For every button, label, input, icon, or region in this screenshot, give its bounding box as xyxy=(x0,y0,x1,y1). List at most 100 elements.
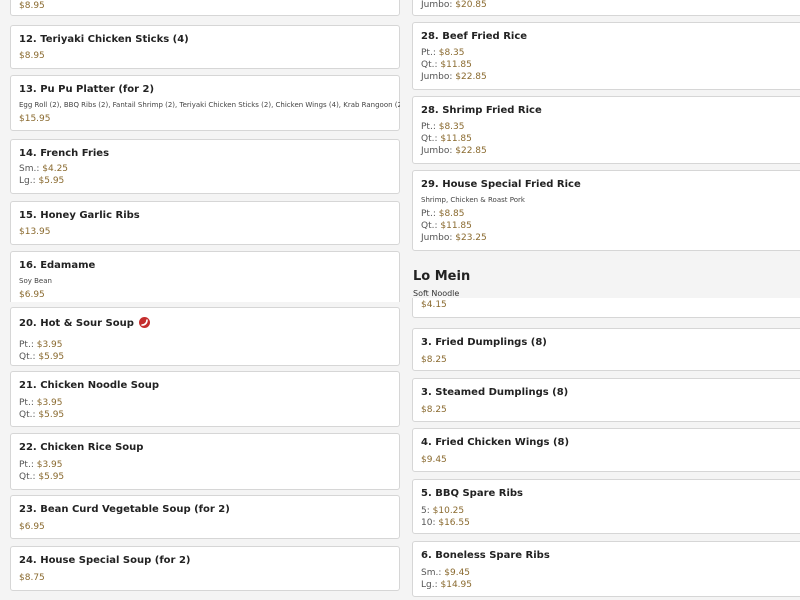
price-line: Qt.: $11.85 xyxy=(421,221,472,231)
item-price: $8.95 xyxy=(19,51,45,61)
size-label: 10: xyxy=(421,518,436,528)
menu-item-card-partial[interactable]: $8.95 xyxy=(10,0,400,16)
size-price: $23.25 xyxy=(455,233,487,243)
item-title: 22. Chicken Rice Soup xyxy=(19,442,144,453)
menu-item-card[interactable]: 12. Teriyaki Chicken Sticks (4) $8.95 xyxy=(10,25,400,69)
menu-item-card[interactable]: 20. Hot & Sour Soup Pt.: $3.95 Qt.: $5.9… xyxy=(10,307,400,366)
size-label: 5: xyxy=(421,506,430,516)
price-line: Lg.: $5.95 xyxy=(19,176,64,186)
item-price: $6.95 xyxy=(19,522,45,532)
menu-item-card[interactable]: 15. Honey Garlic Ribs $13.95 xyxy=(10,201,400,245)
price-line: Qt.: $5.95 xyxy=(19,410,64,420)
size-price: $5.95 xyxy=(38,410,65,420)
menu-item-card[interactable]: 13. Pu Pu Platter (for 2) Egg Roll (2), … xyxy=(10,75,400,131)
size-label: Pt.: xyxy=(421,48,436,58)
price-line: Sm.: $4.25 xyxy=(19,164,68,174)
size-price: $10.25 xyxy=(432,506,465,516)
size-label: Pt.: xyxy=(421,122,436,132)
size-price: $3.95 xyxy=(36,340,63,350)
item-price: $8.25 xyxy=(421,405,447,415)
size-price: $11.85 xyxy=(440,60,472,70)
menu-item-card[interactable]: 24. House Special Soup (for 2) $8.75 xyxy=(10,546,400,591)
size-price: $8.85 xyxy=(438,209,465,219)
price-line: Jumbo: $22.85 xyxy=(421,72,487,82)
size-label: Qt.: xyxy=(421,60,438,70)
size-label: Pt.: xyxy=(19,398,34,408)
item-description: Soy Bean xyxy=(19,277,52,285)
size-label: Pt.: xyxy=(421,209,436,219)
menu-item-card[interactable]: 6. Boneless Spare Ribs Sm.: $9.45 Lg.: $… xyxy=(412,541,800,597)
size-price: $16.55 xyxy=(438,518,470,528)
price-line: Pt.: $8.35 xyxy=(421,48,465,58)
size-label: Jumbo: xyxy=(421,0,453,10)
size-label: Pt.: xyxy=(19,460,34,470)
size-label: Lg.: xyxy=(421,580,438,590)
size-price: $3.95 xyxy=(36,398,63,408)
chili-pepper-icon xyxy=(138,317,150,328)
size-price: $9.45 xyxy=(444,568,471,578)
item-title: 3. Steamed Dumplings (8) xyxy=(421,387,569,398)
menu-item-card[interactable]: 3. Steamed Dumplings (8) $8.25 xyxy=(412,378,800,422)
price-line: Pt.: $8.85 xyxy=(421,209,465,219)
item-description: Egg Roll (2), BBQ Ribs (2), Fantail Shri… xyxy=(19,101,400,109)
size-price: $8.35 xyxy=(438,48,465,58)
left-bottom-panel: 20. Hot & Sour Soup Pt.: $3.95 Qt.: $5.9… xyxy=(0,302,400,600)
item-title: 28. Beef Fried Rice xyxy=(421,31,528,42)
item-title: 4. Fried Chicken Wings (8) xyxy=(421,437,570,448)
price-line: Qt.: $5.95 xyxy=(19,352,64,362)
item-title: 5. BBQ Spare Ribs xyxy=(421,488,524,499)
item-title: 29. House Special Fried Rice xyxy=(421,179,581,190)
size-price: $22.85 xyxy=(455,72,487,82)
item-description: Shrimp, Chicken & Roast Pork xyxy=(421,196,525,204)
item-title: 28. Shrimp Fried Rice xyxy=(421,105,542,116)
menu-item-card[interactable]: 3. Fried Dumplings (8) $8.25 xyxy=(412,328,800,371)
price-line: Jumbo: $22.85 xyxy=(421,146,487,156)
menu-item-card[interactable]: 4. Fried Chicken Wings (8) $9.45 xyxy=(412,428,800,472)
size-label: Qt.: xyxy=(19,472,36,482)
item-price: $8.75 xyxy=(19,573,45,583)
menu-item-card-partial[interactable]: Jumbo: $20.85 xyxy=(412,0,800,16)
price-line: Qt.: $5.95 xyxy=(19,472,64,482)
menu-item-card[interactable]: 5. BBQ Spare Ribs 5: $10.25 10: $16.55 xyxy=(412,479,800,534)
size-price: $11.85 xyxy=(440,134,472,144)
price-line: Pt.: $3.95 xyxy=(19,460,63,470)
item-price: $4.15 xyxy=(421,300,447,310)
size-price: $11.85 xyxy=(440,221,472,231)
item-title: 6. Boneless Spare Ribs xyxy=(421,550,550,561)
item-price: $8.95 xyxy=(19,1,45,11)
size-label: Qt.: xyxy=(421,221,438,231)
size-price: $14.95 xyxy=(440,580,473,590)
menu-item-card[interactable]: 28. Shrimp Fried Rice Pt.: $8.35 Qt.: $1… xyxy=(412,96,800,164)
size-label: Sm.: xyxy=(19,164,40,174)
item-price: $13.95 xyxy=(19,227,51,237)
price-line: Jumbo: $23.25 xyxy=(421,233,487,243)
menu-item-card[interactable]: 22. Chicken Rice Soup Pt.: $3.95 Qt.: $5… xyxy=(10,433,400,490)
menu-item-card[interactable]: 28. Beef Fried Rice Pt.: $8.35 Qt.: $11.… xyxy=(412,22,800,90)
item-title: 23. Bean Curd Vegetable Soup (for 2) xyxy=(19,504,230,515)
size-label: Pt.: xyxy=(19,340,34,350)
price-line: Pt.: $3.95 xyxy=(19,398,63,408)
price-line: Pt.: $3.95 xyxy=(19,340,63,350)
price-line: Qt.: $11.85 xyxy=(421,134,472,144)
price-line: Pt.: $8.35 xyxy=(421,122,465,132)
item-price: $8.25 xyxy=(421,355,447,365)
menu-item-card[interactable]: 14. French Fries Sm.: $4.25 Lg.: $5.95 xyxy=(10,139,400,194)
right-top-panel: Jumbo: $20.85 28. Beef Fried Rice Pt.: $… xyxy=(400,0,800,298)
item-price: $15.95 xyxy=(19,114,51,124)
size-label: Qt.: xyxy=(19,352,36,362)
item-title: 15. Honey Garlic Ribs xyxy=(19,210,140,221)
item-title: 20. Hot & Sour Soup xyxy=(19,317,150,329)
section-title: Lo Mein xyxy=(413,269,471,284)
menu-item-card[interactable]: 16. Edamame Soy Bean $6.95 xyxy=(10,251,400,302)
menu-item-card-partial[interactable]: $4.15 xyxy=(412,298,800,318)
price-line: Jumbo: $20.85 xyxy=(421,0,487,10)
price-line: Lg.: $14.95 xyxy=(421,580,472,590)
menu-item-card[interactable]: 29. House Special Fried Rice Shrimp, Chi… xyxy=(412,170,800,251)
menu-item-card[interactable]: 23. Bean Curd Vegetable Soup (for 2) $6.… xyxy=(10,495,400,539)
menu-item-card[interactable]: 21. Chicken Noodle Soup Pt.: $3.95 Qt.: … xyxy=(10,371,400,427)
size-price: $22.85 xyxy=(455,146,487,156)
item-title: 12. Teriyaki Chicken Sticks (4) xyxy=(19,34,189,45)
size-price: $8.35 xyxy=(438,122,465,132)
price-line: 5: $10.25 xyxy=(421,506,464,516)
item-price: $6.95 xyxy=(19,290,45,300)
